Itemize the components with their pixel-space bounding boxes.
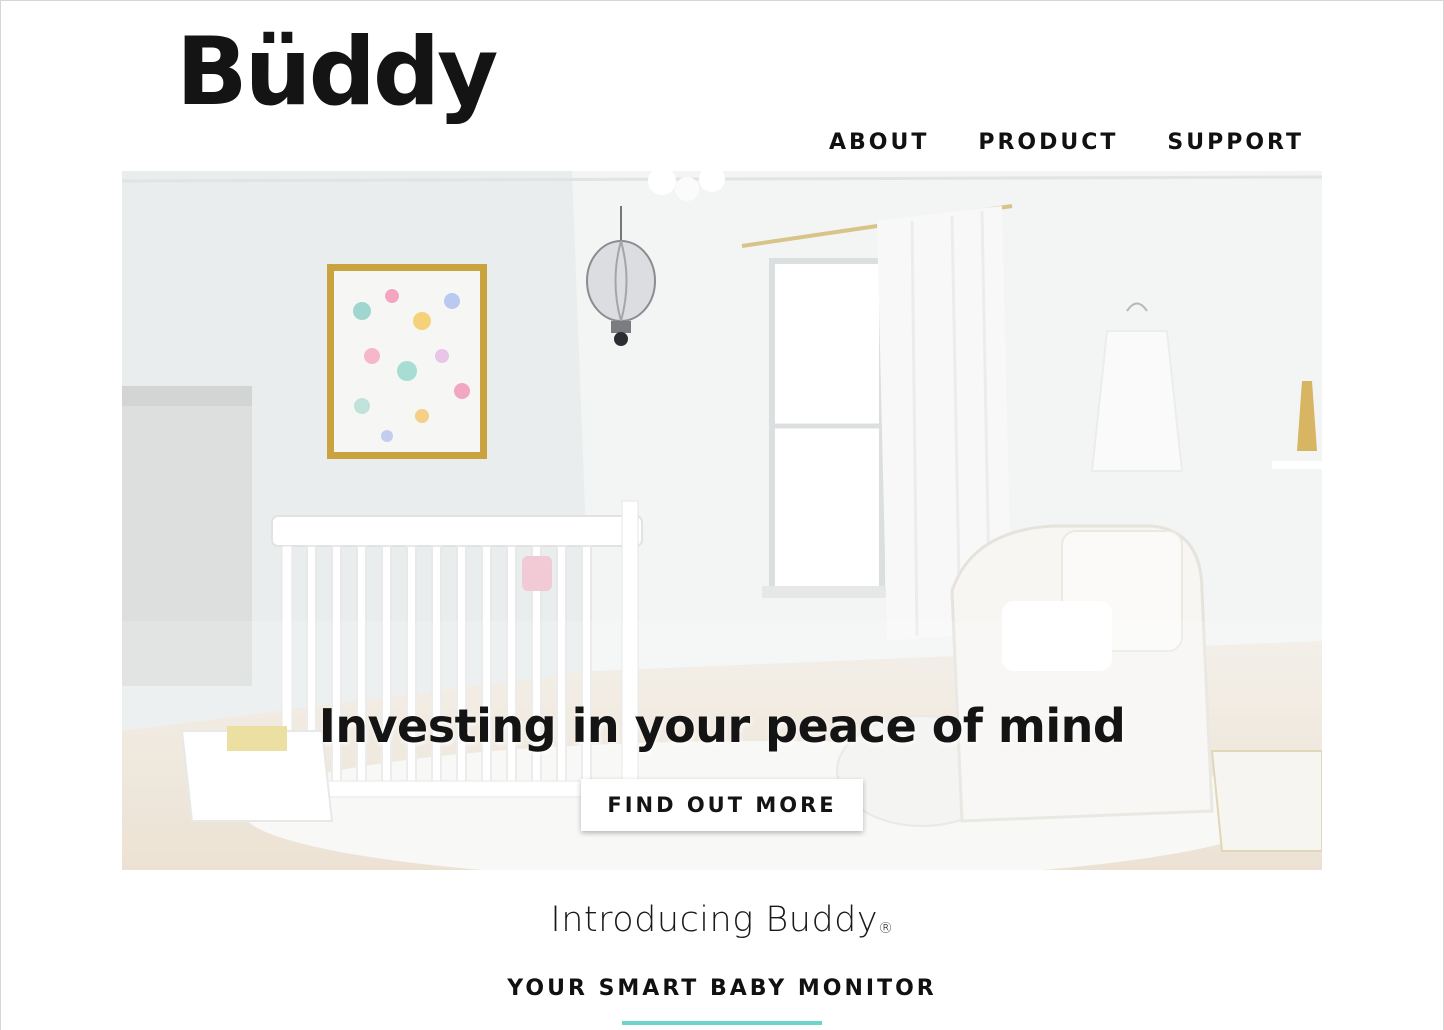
accent-divider: [622, 1021, 822, 1025]
nav-link-about[interactable]: ABOUT: [829, 130, 929, 155]
find-out-more-button[interactable]: FIND OUT MORE: [581, 779, 863, 831]
hero-banner: Investing in your peace of mind FIND OUT…: [122, 171, 1322, 870]
intro-title-text: Introducing Buddy: [550, 900, 879, 940]
main-nav: ABOUT PRODUCT SUPPORT: [829, 130, 1304, 155]
nav-link-product[interactable]: PRODUCT: [978, 130, 1118, 155]
product-tagline: YOUR SMART BABY MONITOR: [507, 976, 937, 1001]
hero-headline: Investing in your peace of mind: [318, 699, 1126, 753]
brand-logo[interactable]: Büddy: [176, 26, 498, 120]
nav-link-support[interactable]: SUPPORT: [1167, 130, 1304, 155]
intro-title: Introducing Buddy®: [0, 900, 1444, 940]
registered-mark: ®: [878, 919, 894, 937]
